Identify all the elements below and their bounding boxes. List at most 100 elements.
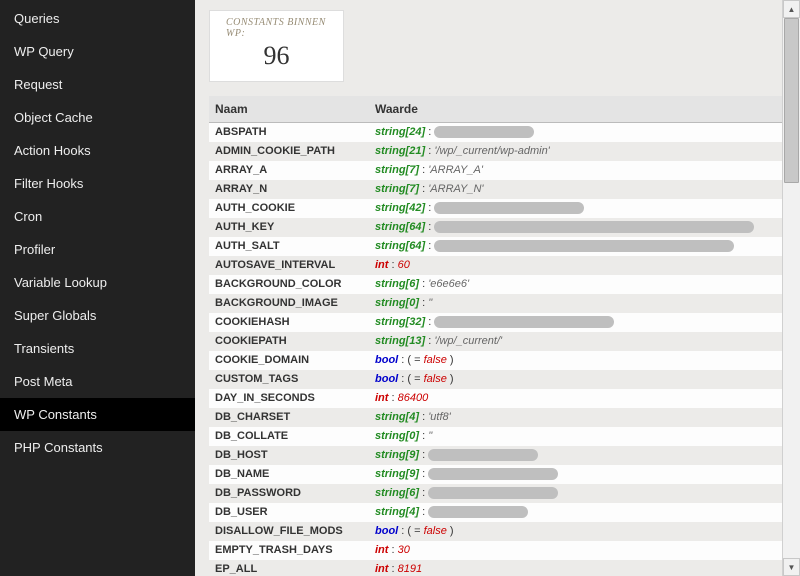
table-row: COOKIEPATHstring[13] : '/wp/_current/' [209,332,794,351]
table-row: DB_COLLATEstring[0] : '' [209,427,794,446]
const-name: EMPTY_TRASH_DAYS [209,541,369,560]
redacted-value [434,202,584,214]
const-name: AUTH_COOKIE [209,199,369,218]
const-value: string[9] : [369,446,794,465]
const-value: string[21] : '/wp/_current/wp-admin' [369,142,794,161]
sidebar-item-variable-lookup[interactable]: Variable Lookup [0,266,195,299]
redacted-value [428,468,558,480]
const-name: DB_NAME [209,465,369,484]
const-name: CUSTOM_TAGS [209,370,369,389]
col-header-name: Naam [209,96,369,123]
const-value: string[24] : [369,123,794,143]
table-row: BACKGROUND_IMAGEstring[0] : '' [209,294,794,313]
table-row: COOKIEHASHstring[32] : [209,313,794,332]
redacted-value [434,316,614,328]
scroll-down-button[interactable]: ▼ [783,558,800,576]
const-value: string[42] : [369,199,794,218]
sidebar-item-profiler[interactable]: Profiler [0,233,195,266]
const-name: DB_CHARSET [209,408,369,427]
const-value: string[9] : [369,465,794,484]
const-value: string[6] : [369,484,794,503]
sidebar-item-object-cache[interactable]: Object Cache [0,101,195,134]
table-row: ARRAY_Astring[7] : 'ARRAY_A' [209,161,794,180]
const-name: COOKIEHASH [209,313,369,332]
table-row: DB_NAMEstring[9] : [209,465,794,484]
sidebar-item-wp-query[interactable]: WP Query [0,35,195,68]
table-row: CUSTOM_TAGSbool : ( = false ) [209,370,794,389]
table-row: DB_HOSTstring[9] : [209,446,794,465]
const-name: COOKIEPATH [209,332,369,351]
const-value: bool : ( = false ) [369,351,794,370]
const-value: string[6] : 'e6e6e6' [369,275,794,294]
const-value: string[7] : 'ARRAY_A' [369,161,794,180]
sidebar-item-action-hooks[interactable]: Action Hooks [0,134,195,167]
table-row: COOKIE_DOMAINbool : ( = false ) [209,351,794,370]
const-value: string[13] : '/wp/_current/' [369,332,794,351]
const-value: string[64] : [369,237,794,256]
table-row: DB_USERstring[4] : [209,503,794,522]
counter-label: CONSTANTS BINNEN WP: [218,17,335,39]
const-value: string[7] : 'ARRAY_N' [369,180,794,199]
const-value: string[0] : '' [369,294,794,313]
const-value: string[32] : [369,313,794,332]
counter-value: 96 [218,39,335,71]
sidebar-item-queries[interactable]: Queries [0,2,195,35]
const-name: AUTH_KEY [209,218,369,237]
vertical-scrollbar[interactable]: ▲ ▼ [782,0,800,576]
sidebar-item-transients[interactable]: Transients [0,332,195,365]
table-row: DB_PASSWORDstring[6] : [209,484,794,503]
table-row: AUTH_KEYstring[64] : [209,218,794,237]
constants-table: Naam Waarde ABSPATHstring[24] : ADMIN_CO… [209,96,794,576]
table-row: BACKGROUND_COLORstring[6] : 'e6e6e6' [209,275,794,294]
const-value: string[4] : 'utf8' [369,408,794,427]
col-header-value: Waarde [369,96,794,123]
sidebar: QueriesWP QueryRequestObject CacheAction… [0,0,195,576]
redacted-value [434,221,754,233]
table-row: EP_ALLint : 8191 [209,560,794,576]
const-value: int : 30 [369,541,794,560]
redacted-value [434,240,734,252]
scroll-track[interactable] [783,18,800,558]
const-name: DB_COLLATE [209,427,369,446]
sidebar-item-request[interactable]: Request [0,68,195,101]
const-name: DISALLOW_FILE_MODS [209,522,369,541]
counter-box: CONSTANTS BINNEN WP: 96 [209,10,344,82]
table-row: DB_CHARSETstring[4] : 'utf8' [209,408,794,427]
const-value: int : 86400 [369,389,794,408]
table-row: AUTH_COOKIEstring[42] : [209,199,794,218]
const-value: int : 60 [369,256,794,275]
const-value: int : 8191 [369,560,794,576]
const-name: AUTOSAVE_INTERVAL [209,256,369,275]
const-value: string[0] : '' [369,427,794,446]
const-name: AUTH_SALT [209,237,369,256]
const-name: DB_HOST [209,446,369,465]
const-name: ADMIN_COOKIE_PATH [209,142,369,161]
sidebar-item-php-constants[interactable]: PHP Constants [0,431,195,464]
redacted-value [434,126,534,138]
const-name: ARRAY_N [209,180,369,199]
const-name: DAY_IN_SECONDS [209,389,369,408]
table-row: EMPTY_TRASH_DAYSint : 30 [209,541,794,560]
sidebar-item-super-globals[interactable]: Super Globals [0,299,195,332]
table-row: AUTOSAVE_INTERVALint : 60 [209,256,794,275]
const-value: string[4] : [369,503,794,522]
sidebar-item-post-meta[interactable]: Post Meta [0,365,195,398]
const-name: DB_USER [209,503,369,522]
const-name: BACKGROUND_IMAGE [209,294,369,313]
table-row: ADMIN_COOKIE_PATHstring[21] : '/wp/_curr… [209,142,794,161]
table-row: ABSPATHstring[24] : [209,123,794,143]
scroll-up-button[interactable]: ▲ [783,0,800,18]
redacted-value [428,449,538,461]
table-row: ARRAY_Nstring[7] : 'ARRAY_N' [209,180,794,199]
scroll-thumb[interactable] [784,18,799,183]
const-name: BACKGROUND_COLOR [209,275,369,294]
const-name: ARRAY_A [209,161,369,180]
sidebar-item-filter-hooks[interactable]: Filter Hooks [0,167,195,200]
const-value: bool : ( = false ) [369,370,794,389]
redacted-value [428,487,558,499]
redacted-value [428,506,528,518]
const-value: bool : ( = false ) [369,522,794,541]
sidebar-item-wp-constants[interactable]: WP Constants [0,398,195,431]
main-panel: CONSTANTS BINNEN WP: 96 Naam Waarde ABSP… [195,0,800,576]
sidebar-item-cron[interactable]: Cron [0,200,195,233]
